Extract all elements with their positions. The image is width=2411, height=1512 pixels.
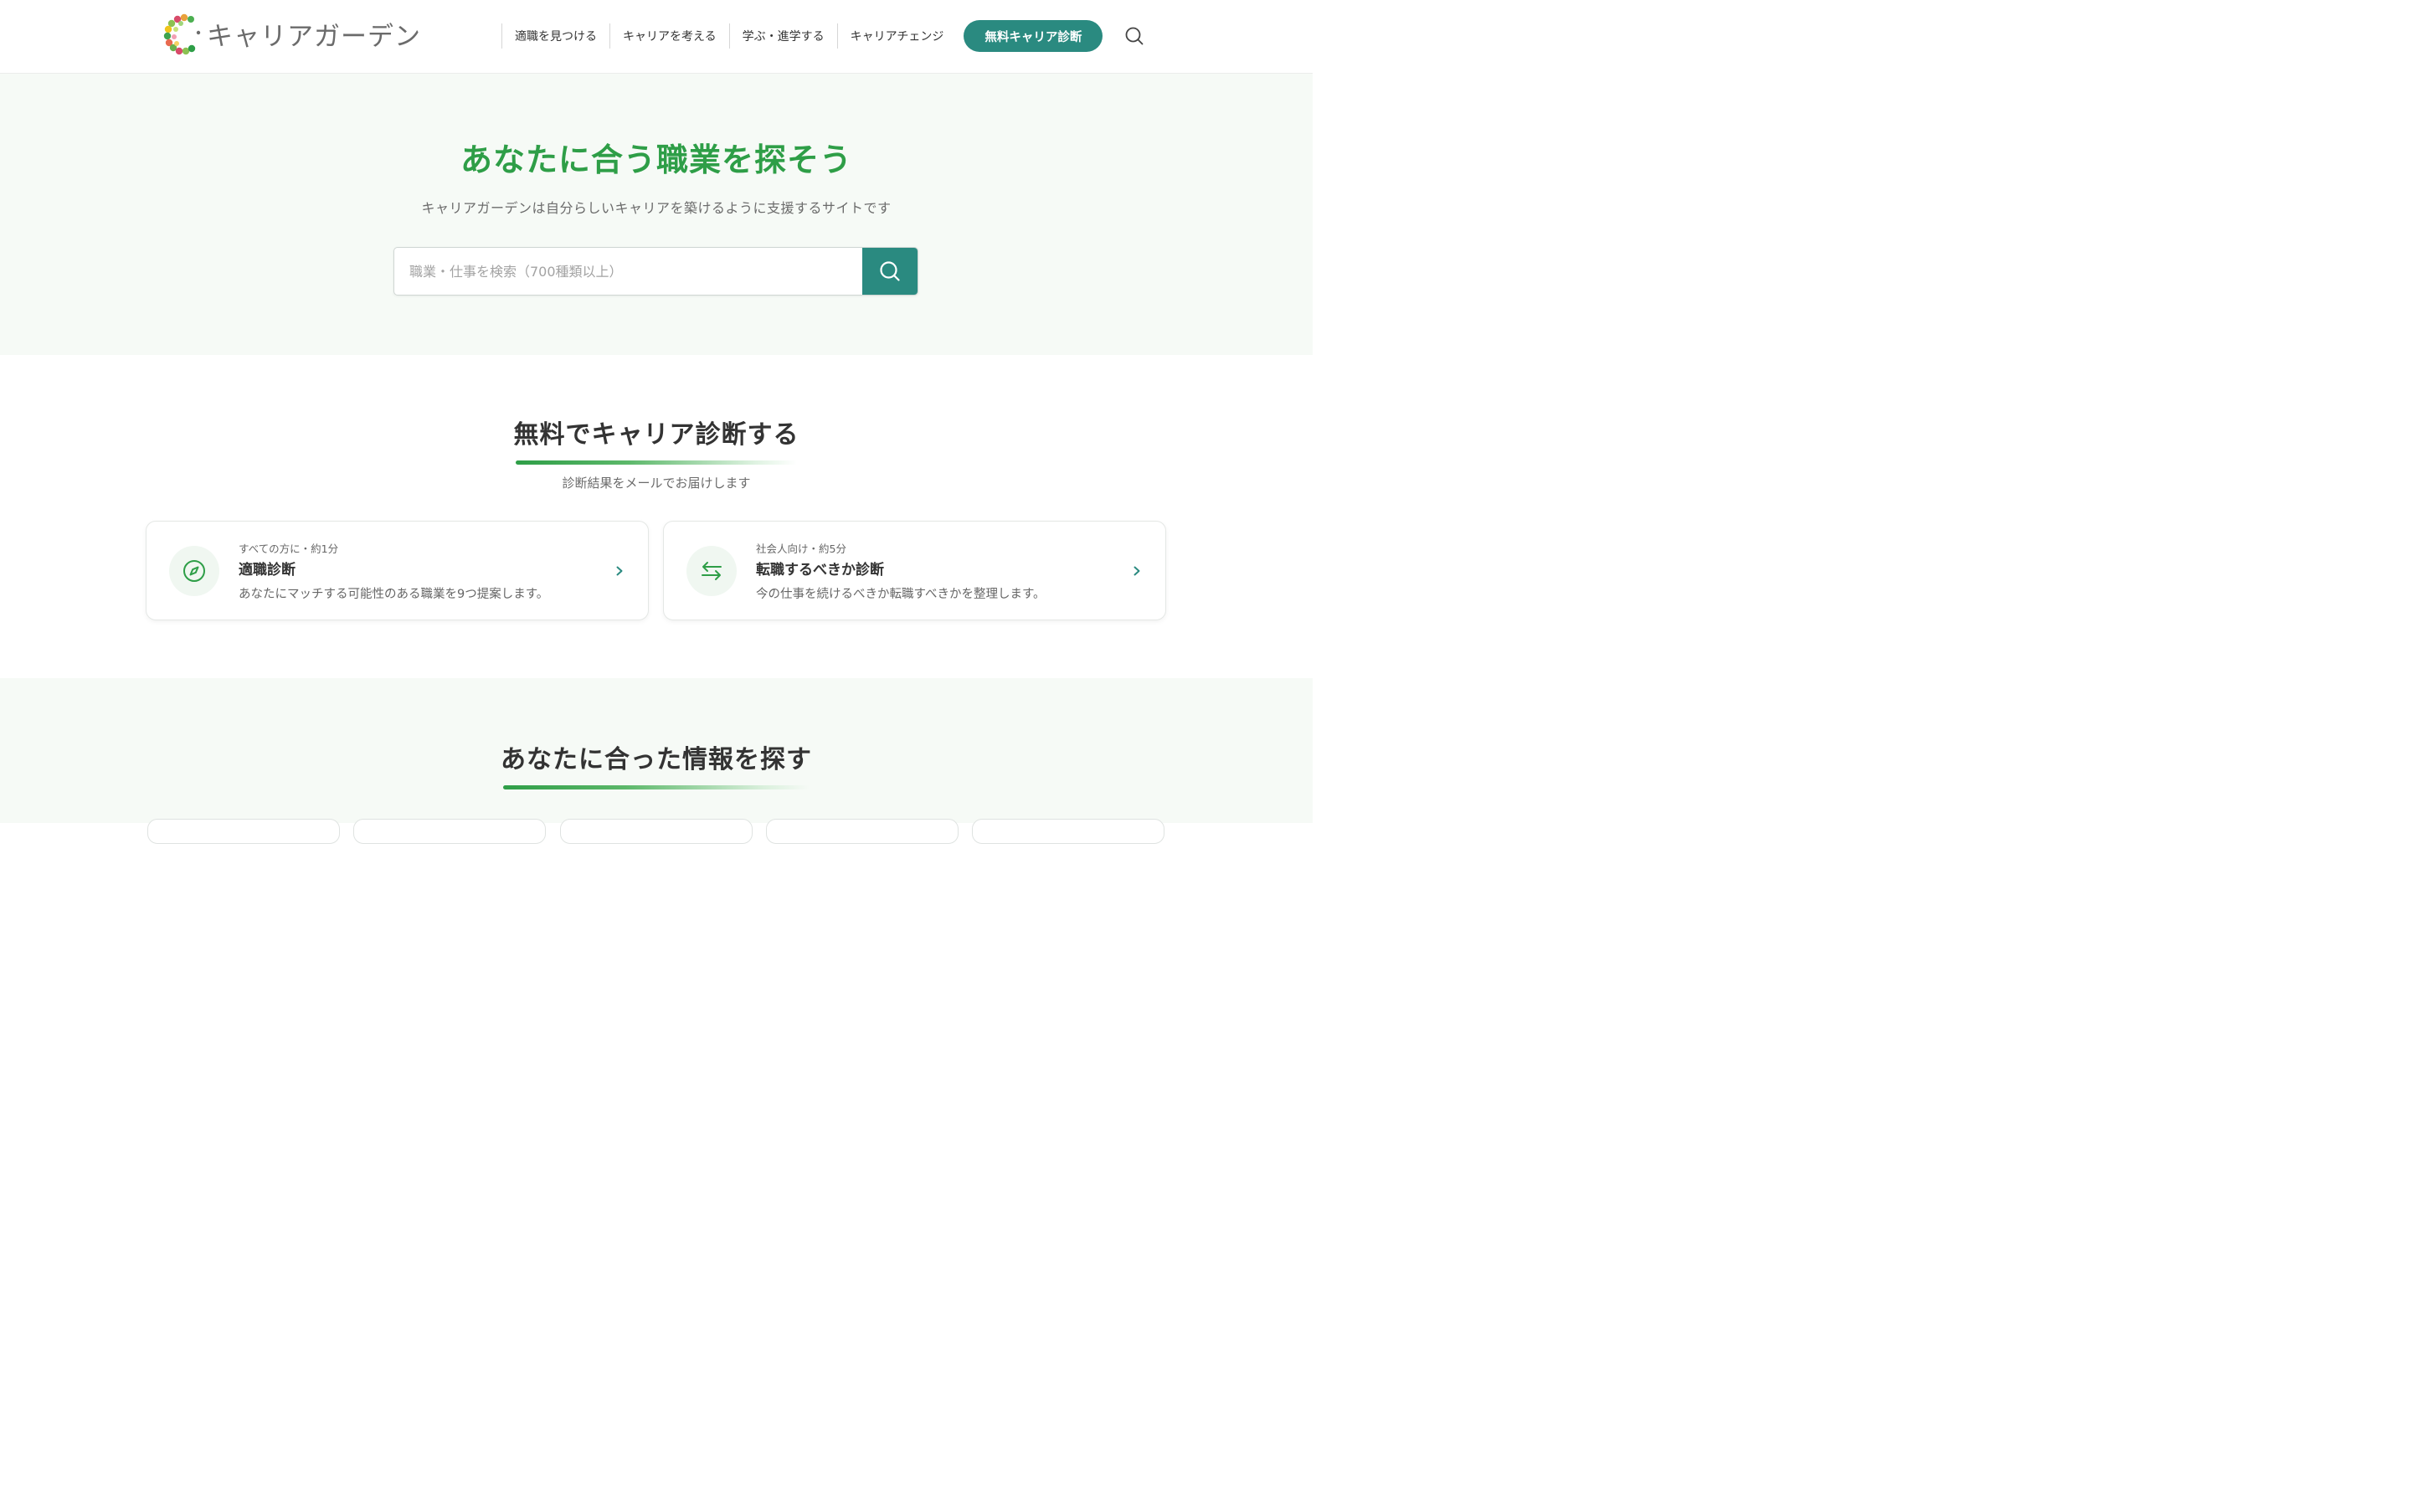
logo-text: キャリアガーデン — [207, 21, 421, 52]
card-icon-circle — [169, 546, 219, 596]
chevron-right-icon — [616, 566, 623, 576]
title-underline — [516, 460, 797, 465]
arrows-exchange-icon — [702, 562, 722, 580]
nav-item-study[interactable]: 学ぶ・進学する — [728, 23, 837, 49]
diagnosis-subtitle: 診断結果をメールでお届けします — [562, 476, 751, 491]
card-title: 適職診断 — [239, 562, 296, 579]
card-meta: 社会人向け・約5分 — [756, 543, 846, 555]
search-icon[interactable] — [1123, 25, 1145, 47]
search-icon — [880, 261, 900, 281]
info-card[interactable] — [560, 819, 753, 844]
hero-section: あなたに合う職業を探そう キャリアガーデンは自分らしいキャリアを築けるように支援… — [0, 74, 1313, 355]
nav-item-think-career[interactable]: キャリアを考える — [609, 23, 729, 49]
info-card[interactable] — [353, 819, 546, 844]
site-header: キャリアガーデン 適職を見つける キャリアを考える 学ぶ・進学する キャリアチェ… — [0, 0, 1313, 74]
info-section: あなたに合った情報を探す — [0, 678, 1313, 844]
chevron-right-icon — [1134, 566, 1140, 576]
hero-title: あなたに合う職業を探そう — [460, 141, 852, 178]
info-card[interactable] — [147, 819, 340, 844]
job-search-button[interactable] — [862, 248, 918, 295]
nav-item-career-change[interactable]: キャリアチェンジ — [836, 23, 957, 49]
title-underline — [503, 785, 810, 789]
card-title: 転職するべきか診断 — [756, 562, 884, 579]
free-diagnosis-button[interactable]: 無料キャリア診断 — [964, 20, 1103, 52]
card-meta: すべての方に・約1分 — [239, 543, 339, 555]
main-nav: 適職を見つける キャリアを考える 学ぶ・進学する キャリアチェンジ 無料キャリア… — [501, 20, 1103, 52]
hero-subtitle: キャリアガーデンは自分らしいキャリアを築けるように支援するサイトです — [421, 200, 892, 216]
compass-icon — [183, 560, 205, 582]
site-logo[interactable]: キャリアガーデン — [163, 12, 421, 55]
info-card[interactable] — [766, 819, 959, 844]
nav-item-find-job[interactable]: 適職を見つける — [501, 23, 609, 49]
logo-flower-c-icon — [163, 13, 201, 55]
info-section-title: あなたに合った情報を探す — [501, 745, 812, 774]
card-description: 今の仕事を続けるべきか転職すべきかを整理します。 — [756, 588, 1046, 601]
card-icon-circle — [686, 546, 737, 596]
card-description: あなたにマッチする可能性のある職業を9つ提案します。 — [239, 588, 549, 601]
diagnosis-section-title: 無料でキャリア診断する — [513, 420, 799, 450]
job-search-input[interactable] — [394, 248, 864, 295]
info-card[interactable] — [972, 819, 1164, 844]
aptitude-diagnosis-card[interactable]: すべての方に・約1分 適職診断 あなたにマッチする可能性のある職業を9つ提案しま… — [146, 521, 649, 620]
job-change-diagnosis-card[interactable]: 社会人向け・約5分 転職するべきか診断 今の仕事を続けるべきか転職すべきかを整理… — [663, 521, 1166, 620]
job-search-box — [393, 247, 918, 296]
